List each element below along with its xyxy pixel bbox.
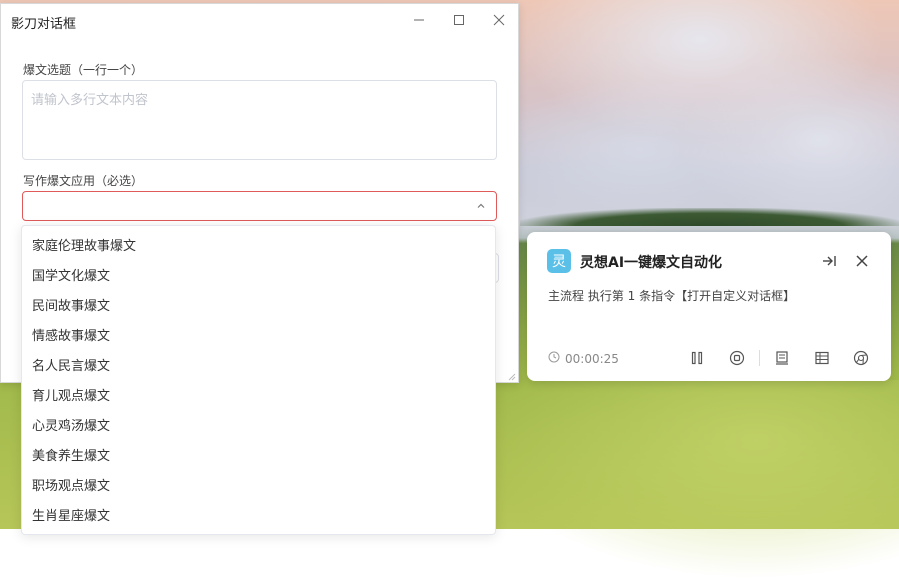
log-icon[interactable] [772,348,792,368]
elapsed-time: 00:00:25 [565,352,619,366]
clock-icon [548,351,560,366]
dropdown-option[interactable]: 国学文化爆文 [22,262,495,292]
app-label: 写作爆文应用（必选） [23,172,143,189]
topic-placeholder: 请输入多行文本内容 [31,93,148,108]
automation-status-panel: 灵 灵想AI一键爆文自动化 主流程 执行第 1 条指令【打开自定义对话框】 00… [527,232,891,381]
dropdown-option[interactable]: 育儿观点爆文 [22,382,495,412]
title-bar[interactable]: 影刀对话框 [1,4,518,36]
dropdown-option[interactable]: 心灵鸡汤爆文 [22,412,495,442]
app-logo-icon: 灵 [547,249,571,273]
maximize-icon[interactable] [447,10,471,30]
pause-icon[interactable] [687,348,707,368]
dropdown-option[interactable]: 美食养生爆文 [22,442,495,472]
dropdown-option[interactable]: 家庭伦理故事爆文 [22,232,495,262]
dropdown-option[interactable]: 职场观点爆文 [22,472,495,502]
status-message: 主流程 执行第 1 条指令【打开自定义对话框】 [548,287,795,304]
toolbar-divider [759,350,760,366]
topic-label: 爆文选题（一行一个） [23,61,143,78]
dropdown-option[interactable]: 民间故事爆文 [22,292,495,322]
wallpaper-treeline [520,208,899,226]
minimize-icon[interactable] [407,10,431,30]
window-title: 影刀对话框 [11,13,76,32]
dropdown-option[interactable]: 情感故事爆文 [22,322,495,352]
elapsed-timer: 00:00:25 [548,351,619,366]
close-icon[interactable] [487,10,511,30]
app-dropdown-list: 家庭伦理故事爆文 国学文化爆文 民间故事爆文 情感故事爆文 名人民言爆文 育儿观… [21,225,496,535]
dropdown-option[interactable]: 名人民言爆文 [22,352,495,382]
stop-icon[interactable] [727,348,747,368]
chevron-up-icon[interactable] [475,200,487,212]
topic-textarea[interactable]: 请输入多行文本内容 [22,80,497,160]
browser-icon[interactable] [851,348,871,368]
panel-title: 灵想AI一键爆文自动化 [580,252,722,272]
dropdown-option[interactable]: 生肖星座爆文 [22,502,495,532]
wallpaper-hill [480,380,899,580]
collapse-right-icon[interactable] [819,251,839,271]
app-select[interactable] [22,191,497,221]
table-icon[interactable] [812,348,832,368]
resize-grip-icon[interactable] [506,370,516,380]
close-icon[interactable] [852,251,872,271]
